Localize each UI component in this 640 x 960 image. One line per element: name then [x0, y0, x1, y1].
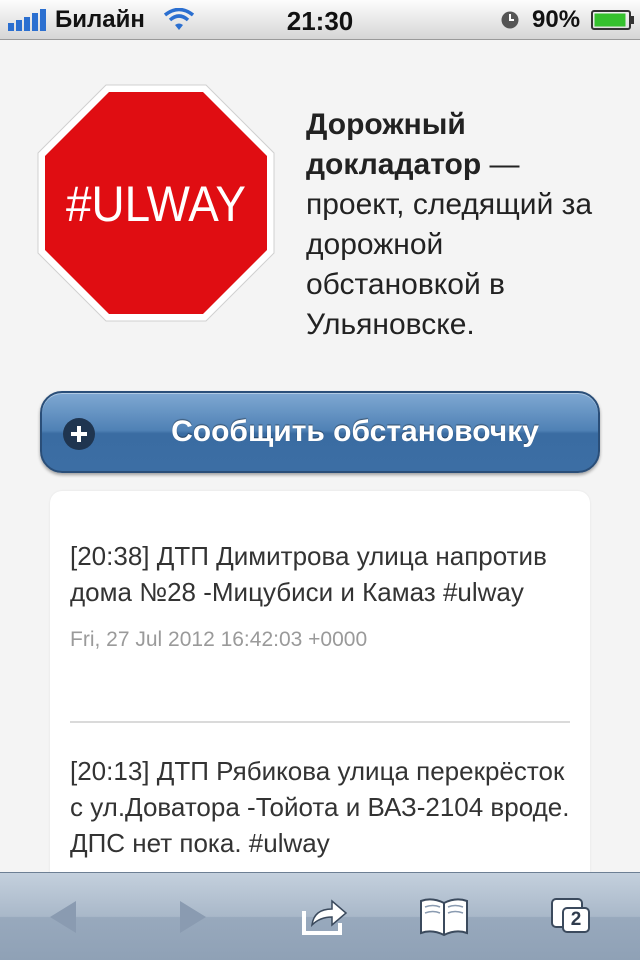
- page-content: #ULWAY Дорожный докладатор — проект, сле…: [0, 41, 640, 872]
- tab-count-badge: 2: [562, 907, 590, 933]
- feed-item-date: Fri, 27 Jul 2012 16:42:03 +0000: [70, 628, 368, 651]
- list-item[interactable]: [20:38] ДТП Димитрова улица напротив дом…: [70, 538, 570, 652]
- status-bar: Билайн 21:30 90%: [0, 0, 640, 40]
- battery-icon: [591, 10, 634, 30]
- logo-text: #ULWAY: [66, 176, 246, 232]
- browser-toolbar: 2: [0, 872, 640, 960]
- intro-title: Дорожный докладатор: [306, 108, 482, 181]
- ulway-stop-sign-logo: #ULWAY: [37, 84, 275, 322]
- feed-list: [20:38] ДТП Димитрова улица напротив дом…: [50, 491, 590, 872]
- report-situation-button[interactable]: Сообщить обстановочку: [40, 391, 600, 473]
- alarm-icon: [501, 11, 519, 29]
- list-item[interactable]: [20:13] ДТП Рябикова улица перекрёсток с…: [70, 753, 570, 861]
- intro-text: Дорожный докладатор — проект, следящий з…: [306, 105, 616, 345]
- feed-item-text: [20:38] ДТП Димитрова улица напротив дом…: [70, 541, 547, 607]
- forward-arrow-icon[interactable]: [172, 895, 212, 939]
- divider: [70, 721, 570, 723]
- bookmarks-icon[interactable]: [418, 895, 470, 939]
- feed-item-text: [20:13] ДТП Рябикова улица перекрёсток с…: [70, 756, 570, 858]
- plus-circle-icon: [63, 418, 95, 450]
- battery-percent: 90%: [532, 6, 581, 33]
- share-icon[interactable]: [300, 895, 350, 939]
- back-arrow-icon[interactable]: [44, 895, 84, 939]
- report-button-label: Сообщить обстановочку: [171, 415, 539, 448]
- tabs-button[interactable]: 2: [548, 895, 594, 939]
